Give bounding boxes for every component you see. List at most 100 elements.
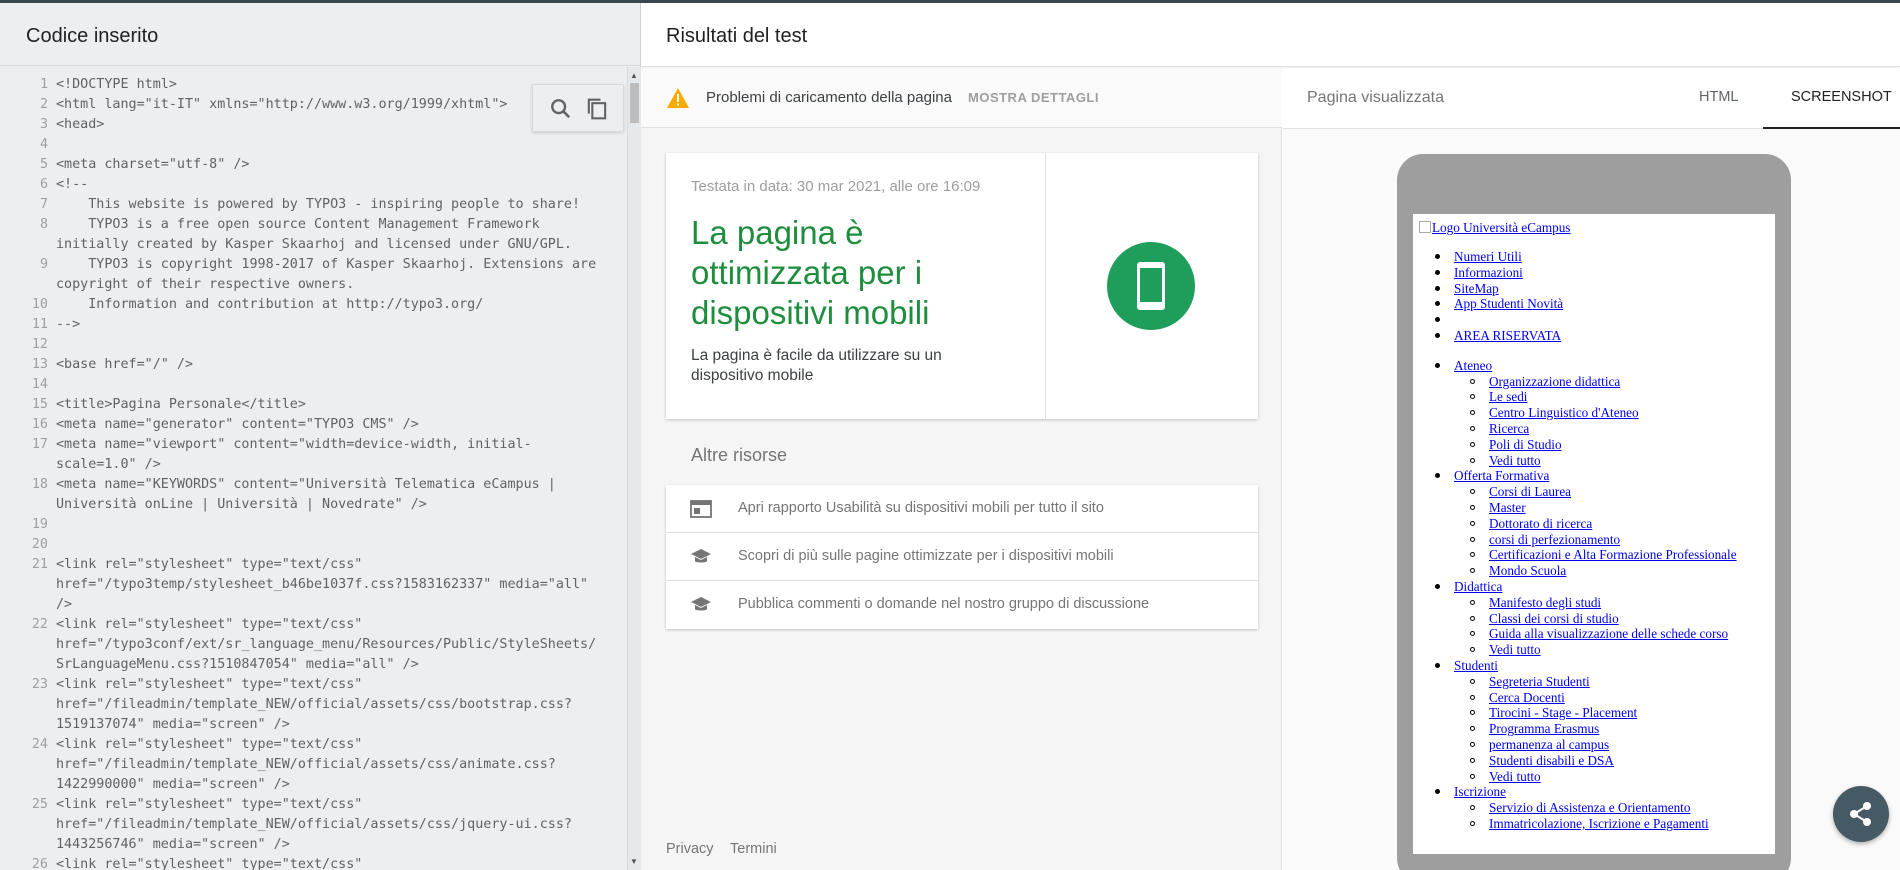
share-button[interactable]: [1833, 786, 1889, 842]
resource-item-usability-report[interactable]: Apri rapporto Usabilità su dispositivi m…: [666, 485, 1258, 533]
resources-list: Apri rapporto Usabilità su dispositivi m…: [666, 485, 1258, 629]
submenu-link[interactable]: Vedi tutto: [1489, 453, 1759, 469]
code-text: This website is powered by TYPO3 - inspi…: [56, 197, 581, 212]
scroll-thumb[interactable]: [630, 83, 639, 123]
menu-link[interactable]: Offerta Formativa: [1454, 468, 1549, 484]
bullet: [1470, 426, 1475, 431]
test-date: Testata in data: 30 mar 2021, alle ore 1…: [691, 178, 981, 195]
line-number: 8: [39, 217, 48, 232]
code-text: scale=1.0" />: [56, 457, 161, 472]
submenu-link[interactable]: Programma Erasmus: [1489, 721, 1759, 737]
bullet: [1470, 599, 1475, 605]
line-number: 26: [31, 857, 48, 870]
bullet: [1470, 457, 1475, 463]
menu-link[interactable]: Ateneo: [1454, 358, 1492, 374]
verdict-subtitle: La pagina è facile da utilizzare su un d…: [691, 347, 942, 384]
rendered-page-screenshot[interactable]: Logo Università eCampus Numeri Utili Info…: [1413, 214, 1775, 854]
top-link[interactable]: Informazioni: [1454, 265, 1523, 281]
bullet: [1435, 663, 1440, 668]
code-text: <link rel="stylesheet" type="text/css": [56, 617, 363, 632]
code-text: <html lang="it-IT" xmlns="http://www.w3.…: [56, 97, 508, 112]
search-icon[interactable]: [547, 95, 575, 123]
code-editor[interactable]: 1 <!DOCTYPE html> 2 <html lang="it-IT" xmln…: [0, 67, 627, 870]
school-icon: [690, 547, 712, 567]
tab-screenshot[interactable]: SCREENSHOT: [1763, 68, 1900, 129]
submenu-link[interactable]: Manifesto degli studi: [1489, 595, 1759, 611]
code-text: />: [56, 597, 73, 612]
copy-icon[interactable]: [583, 95, 611, 123]
code-scrollbar[interactable]: ▲ ▼: [627, 67, 641, 870]
line-number: 12: [31, 337, 48, 352]
submenu-link[interactable]: Tirocini - Stage - Placement: [1489, 705, 1759, 721]
submenu-link[interactable]: Vedi tutto: [1489, 642, 1759, 658]
result-card: Testata in data: 30 mar 2021, alle ore 1…: [666, 153, 1258, 419]
submenu-link[interactable]: Ricerca: [1489, 421, 1759, 437]
bullet: [1435, 317, 1440, 323]
terms-link[interactable]: Termini: [730, 841, 777, 857]
submenu-link[interactable]: Vedi tutto: [1489, 769, 1759, 785]
bullet: [1470, 821, 1475, 826]
code-text: href="/fileadmin/template_NEW/official/a…: [56, 817, 572, 832]
line-number: 4: [39, 137, 48, 152]
scroll-down-arrow-icon[interactable]: ▼: [630, 857, 638, 866]
submenu-link[interactable]: Organizzazione didattica: [1489, 374, 1759, 390]
code-text: 1519137074" media="screen" />: [56, 717, 290, 732]
submenu-link[interactable]: permanenza al campus: [1489, 737, 1759, 753]
menu-link[interactable]: Studenti: [1454, 658, 1498, 674]
line-number: 19: [31, 517, 48, 532]
bullet: [1470, 805, 1475, 811]
code-text: <head>: [56, 117, 105, 132]
bullet: [1435, 473, 1440, 479]
results-header: Risultati del test: [641, 3, 1900, 67]
top-link[interactable]: App Studenti Novità: [1454, 296, 1563, 312]
code-text: href="/typo3temp/stylesheet_b46be1037f.c…: [56, 577, 589, 592]
submenu-link[interactable]: Mondo Scuola: [1489, 563, 1759, 579]
mobile-friendly-phone-icon: [1107, 242, 1195, 330]
top-link[interactable]: SiteMap: [1454, 281, 1499, 297]
scroll-up-arrow-icon[interactable]: ▲: [630, 71, 638, 80]
loading-issues-bar: Problemi di caricamento della pagina MOS…: [641, 68, 1282, 128]
resource-item-discussion-group[interactable]: Pubblica commenti o domande nel nostro g…: [666, 581, 1258, 629]
bullet: [1470, 536, 1475, 542]
submenu-link[interactable]: Immatricolazione, Iscrizione e Pagamenti: [1489, 816, 1759, 832]
submenu-link[interactable]: Cerca Docenti: [1489, 690, 1759, 706]
submenu-link[interactable]: Le sedi: [1489, 389, 1759, 405]
code-text: href="/typo3conf/ext/sr_language_menu/Re…: [56, 637, 597, 652]
school-icon: [690, 595, 712, 615]
submenu-link[interactable]: Poli di Studio: [1489, 437, 1759, 453]
line-number: 17: [31, 437, 48, 452]
bullet: [1435, 789, 1440, 795]
submenu-link[interactable]: Corsi di Laurea: [1489, 484, 1759, 500]
preview-header: Pagina visualizzata HTML SCREENSHOT: [1283, 68, 1900, 129]
code-text: TYPO3 is copyright 1998-2017 of Kasper S…: [56, 257, 597, 272]
menu-link[interactable]: Iscrizione: [1454, 784, 1506, 800]
top-link[interactable]: Numeri Utili: [1454, 249, 1522, 265]
resource-item-learn-more[interactable]: Scopri di più sulle pagine ottimizzate p…: [666, 533, 1258, 581]
menu-link[interactable]: Didattica: [1454, 579, 1502, 595]
bullet: [1470, 773, 1475, 779]
submenu-link[interactable]: Dottorato di ricerca: [1489, 516, 1759, 532]
code-text: <meta name="KEYWORDS" content="Universit…: [56, 477, 556, 492]
submenu-link[interactable]: Servizio di Assistenza e Orientamento: [1489, 800, 1759, 816]
code-text: <link rel="stylesheet" type="text/css": [56, 677, 363, 692]
code-text: <base href="/" />: [56, 357, 194, 372]
submenu-link[interactable]: Centro Linguistico d'Ateneo: [1489, 405, 1759, 421]
line-number: 16: [31, 417, 48, 432]
privacy-link[interactable]: Privacy: [666, 841, 714, 857]
tab-html[interactable]: HTML: [1699, 89, 1738, 105]
submenu-link[interactable]: Certificazioni e Alta Formazione Profess…: [1489, 547, 1759, 563]
submenu-link[interactable]: Segreteria Studenti: [1489, 674, 1759, 690]
loading-issues-text: Problemi di caricamento della pagina: [706, 89, 952, 106]
submenu-link[interactable]: Guida alla visualizzazione delle schede …: [1489, 626, 1759, 642]
code-text: <meta name="generator" content="TYPO3 CM…: [56, 417, 419, 432]
submenu-link[interactable]: Classi dei corsi di studio: [1489, 611, 1759, 627]
show-details-button[interactable]: MOSTRA DETTAGLI: [968, 90, 1099, 105]
submenu-link[interactable]: corsi di perfezionamento: [1489, 532, 1759, 548]
code-text: href="/fileadmin/template_NEW/official/a…: [56, 757, 556, 772]
submenu-link[interactable]: Master: [1489, 500, 1759, 516]
top-link[interactable]: AREA RISERVATA: [1454, 328, 1561, 344]
submenu-link[interactable]: Studenti disabili e DSA: [1489, 753, 1759, 769]
bullet: [1470, 631, 1475, 637]
resource-label: Pubblica commenti o domande nel nostro g…: [738, 596, 1150, 612]
phone-frame: Logo Università eCampus Numeri Utili Info…: [1397, 154, 1791, 870]
